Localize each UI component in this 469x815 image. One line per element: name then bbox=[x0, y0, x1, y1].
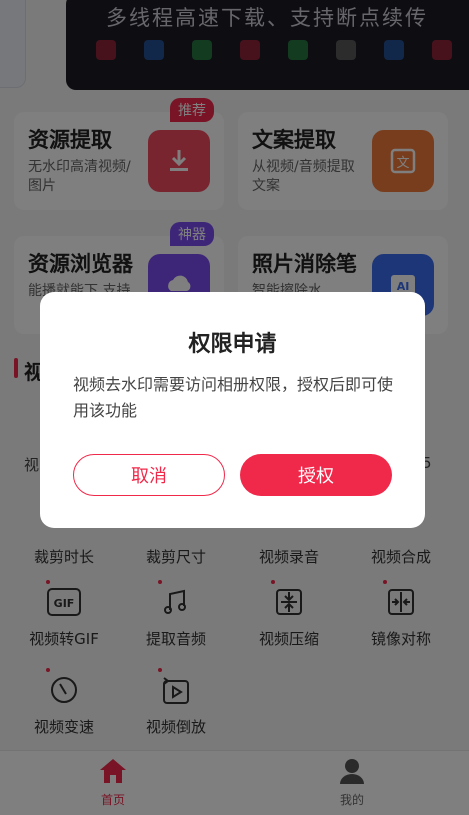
dialog-title: 权限申请 bbox=[188, 332, 277, 357]
cancel-button[interactable]: 取消 bbox=[73, 454, 225, 496]
authorize-button[interactable]: 授权 bbox=[240, 454, 392, 496]
permission-dialog: 权限申请 视频去水印需要访问相册权限，授权后即可使用该功能 取消 授权 bbox=[40, 292, 425, 528]
dialog-message: 视频去水印需要访问相册权限，授权后即可使用该功能 bbox=[73, 375, 394, 420]
